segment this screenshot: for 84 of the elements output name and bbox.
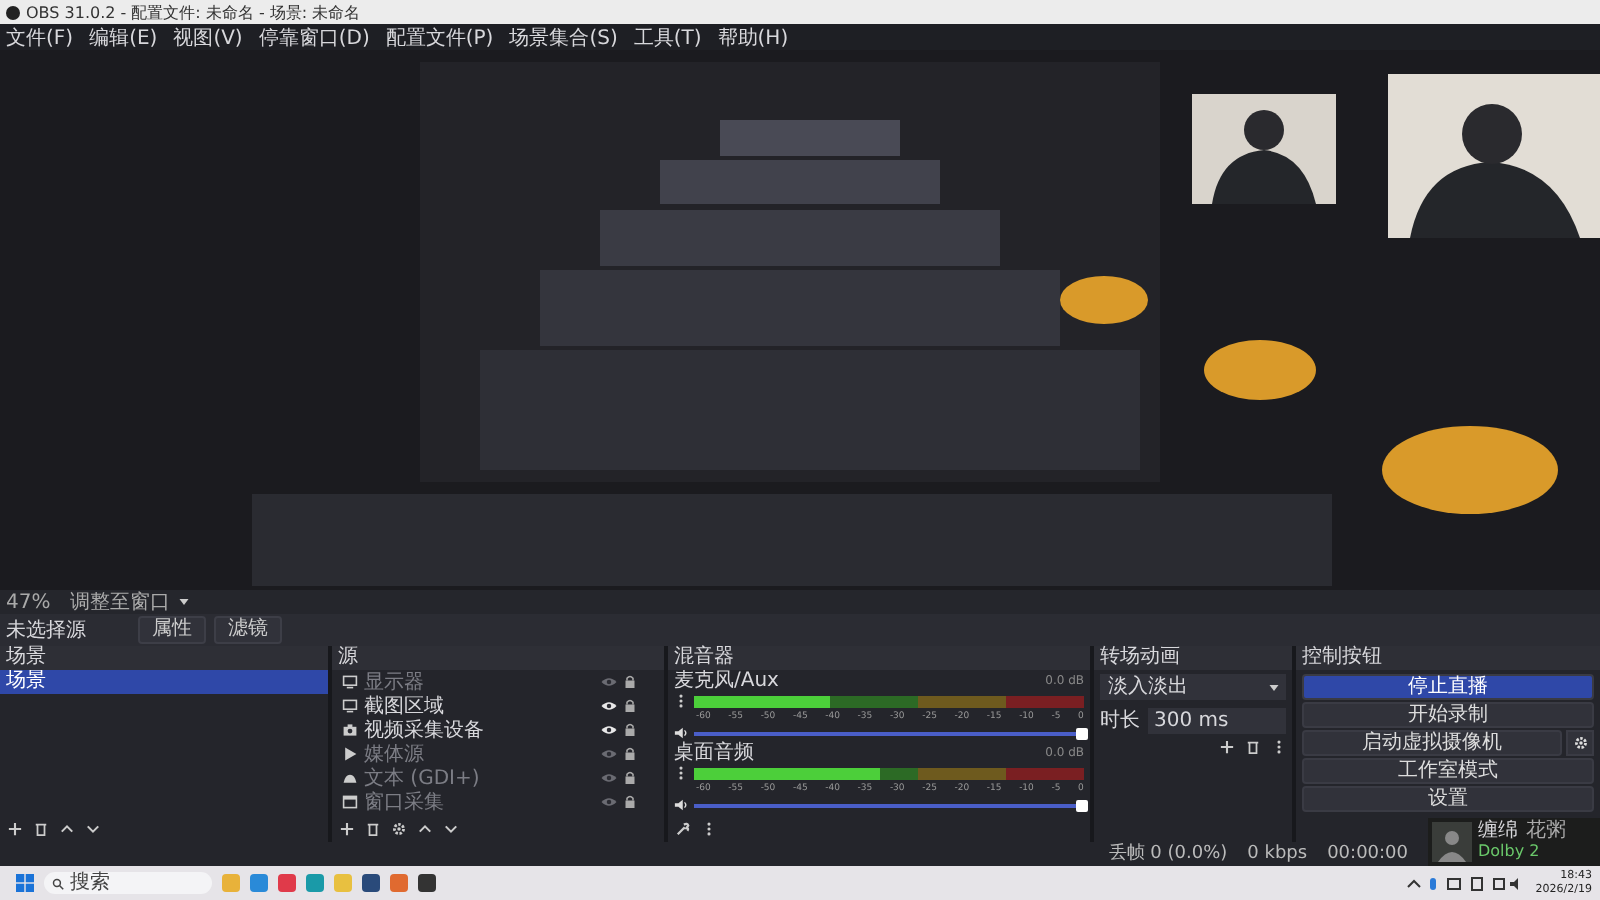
monitor-icon	[342, 698, 358, 714]
duration-field[interactable]: 300 ms	[1148, 707, 1286, 733]
wrench-icon[interactable]	[676, 821, 690, 835]
channel-name: 桌面音频	[674, 742, 754, 764]
toolbar-button[interactable]: 滤镜	[214, 616, 282, 644]
menu-item[interactable]: 文件(F)	[6, 23, 74, 51]
lock-icon[interactable]	[624, 746, 636, 762]
lock-icon[interactable]	[624, 794, 636, 810]
control-button[interactable]: 停止直播	[1302, 674, 1594, 700]
lock-icon[interactable]	[624, 770, 636, 786]
source-label[interactable]: 文本 (GDI+)	[364, 764, 594, 792]
add-icon[interactable]	[340, 821, 354, 835]
menu-item[interactable]: 帮助(H)	[717, 23, 789, 51]
zoom-dropdown[interactable]: 调整至窗口	[70, 588, 171, 616]
speaker-icon[interactable]	[674, 726, 688, 740]
lock-icon[interactable]	[624, 722, 636, 738]
trash-icon[interactable]	[34, 821, 48, 835]
menu-item[interactable]: 视图(V)	[173, 23, 243, 51]
album-cover-icon	[1432, 822, 1472, 862]
source-label[interactable]: 媒体源	[364, 740, 594, 768]
media-notification[interactable]: 缠绵 花粥 Dolby 2	[1428, 818, 1600, 866]
song-title: 缠绵	[1478, 822, 1518, 842]
menu-icon[interactable]	[1272, 740, 1286, 754]
lock-icon[interactable]	[624, 674, 636, 690]
panel-title: 场景	[6, 646, 46, 668]
trash-icon[interactable]	[366, 821, 380, 835]
eye-icon[interactable]	[600, 700, 618, 712]
source-label[interactable]: 窗口采集	[364, 788, 594, 814]
source-status: 未选择源	[6, 617, 88, 644]
speaker-icon[interactable]	[674, 798, 688, 812]
menu-item[interactable]: 停靠窗口(D)	[258, 23, 370, 51]
menu-icon[interactable]	[702, 821, 716, 835]
settings-icon[interactable]	[392, 821, 406, 835]
source-label[interactable]: 视频采集设备	[364, 716, 594, 744]
text-icon	[342, 770, 358, 786]
window-icon	[342, 794, 358, 810]
add-icon[interactable]	[1220, 740, 1234, 754]
down-icon[interactable]	[86, 821, 100, 835]
zoom-level: 47%	[6, 591, 51, 613]
caret-icon[interactable]	[178, 596, 191, 608]
source-label[interactable]: 截图区域	[364, 692, 594, 720]
add-icon[interactable]	[8, 821, 22, 835]
gear-icon	[1573, 736, 1587, 750]
search-icon	[52, 877, 64, 889]
control-button[interactable]: 工作室模式	[1302, 758, 1594, 784]
caret-icon	[1268, 681, 1280, 693]
panel-title: 源	[338, 646, 358, 668]
toolbar-button[interactable]: 属性	[138, 616, 206, 644]
source-label[interactable]: 显示器	[364, 670, 594, 696]
up-icon[interactable]	[418, 821, 432, 835]
app-logo-icon	[6, 5, 20, 19]
control-button[interactable]: 启动虚拟摄像机	[1302, 730, 1562, 756]
menu-item[interactable]: 工具(T)	[633, 23, 702, 51]
channel-name: 麦克风/Aux	[674, 670, 779, 692]
transition-dropdown[interactable]: 淡入淡出	[1100, 674, 1286, 700]
monitor-icon	[342, 674, 358, 690]
lock-icon[interactable]	[624, 698, 636, 714]
panel-title: 控制按钮	[1302, 646, 1382, 668]
stream-time: 00:00:00	[1327, 842, 1408, 866]
camera-icon	[342, 722, 358, 738]
control-button[interactable]: 设置	[1302, 786, 1594, 812]
panel-title: 混音器	[674, 646, 734, 668]
menu-item[interactable]: 编辑(E)	[89, 23, 158, 51]
artist-name: 花粥	[1526, 822, 1566, 842]
search-field[interactable]: 搜索	[44, 872, 212, 894]
eye-icon[interactable]	[600, 724, 618, 736]
menu-icon[interactable]	[674, 766, 688, 780]
start-icon[interactable]	[16, 874, 34, 892]
up-icon[interactable]	[60, 821, 74, 835]
trash-icon[interactable]	[1246, 740, 1260, 754]
menu-item[interactable]: 配置文件(P)	[385, 23, 494, 51]
bitrate: 0 kbps	[1247, 842, 1308, 866]
control-button[interactable]: 开始录制	[1302, 702, 1594, 728]
play-icon	[342, 746, 358, 762]
dropped-frames: 丢帧 0 (0.0%)	[1108, 842, 1228, 866]
settings-button[interactable]	[1566, 730, 1594, 756]
window-title: OBS 31.0.2 - 配置文件: 未命名 - 场景: 未命名	[26, 1, 361, 23]
menu-item[interactable]: 场景集合(S)	[509, 23, 618, 51]
scene-item[interactable]: 场景	[0, 670, 328, 694]
down-icon[interactable]	[444, 821, 458, 835]
app-name: Dolby 2	[1478, 842, 1542, 862]
duration-label: 时长	[1100, 707, 1140, 734]
panel-title: 转场动画	[1100, 646, 1180, 668]
menu-icon[interactable]	[674, 694, 688, 708]
